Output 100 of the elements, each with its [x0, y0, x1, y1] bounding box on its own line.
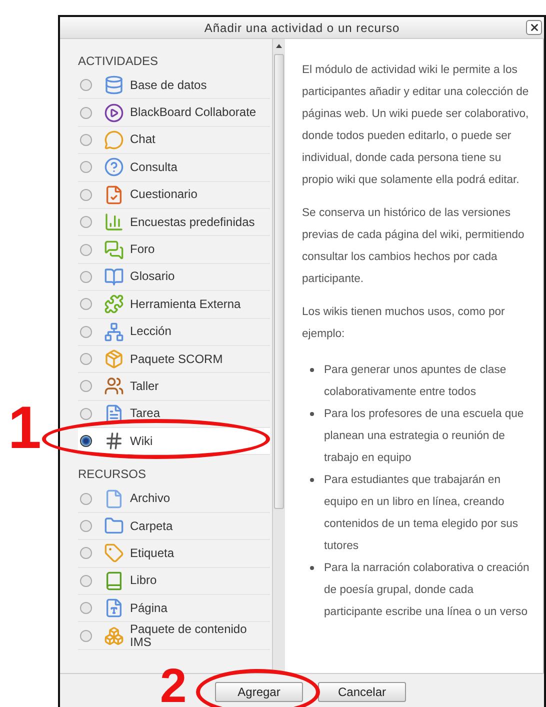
option-row[interactable]: Carpeta — [78, 512, 270, 540]
bullet-text: Para estudiantes que trabajarán en equipo en un libro en línea, creando contenidos de un tema elegido por sus tutores — [324, 473, 520, 554]
scrollbar[interactable] — [272, 39, 285, 673]
bullet-text: Para la narración colaborativa o creación de poesía grupal, donde cada participante escribe una línea o un verso — [324, 561, 530, 620]
annotation-number: 1 — [8, 398, 42, 458]
option-row[interactable]: Lección — [78, 318, 270, 346]
play-circle-icon — [104, 102, 124, 123]
option-row[interactable]: Libro — [78, 568, 270, 596]
option-label: Cuestionario — [130, 188, 198, 202]
radio-button[interactable] — [80, 106, 92, 119]
option-row[interactable]: Archivo — [78, 485, 270, 513]
section-heading: ACTIVIDADES — [78, 53, 160, 70]
radio-button[interactable] — [80, 630, 92, 642]
option-label: Tarea — [130, 407, 160, 420]
option-row[interactable]: Etiqueta — [78, 540, 270, 568]
option-label: Encuestas predefinidas — [130, 216, 255, 229]
bullet-icon — [310, 566, 314, 570]
option-label: Chat — [130, 133, 156, 146]
radio-button[interactable] — [80, 353, 92, 366]
section-heading: RECURSOS — [78, 466, 148, 484]
option-label: Archivo — [130, 492, 170, 506]
speech-bubble-icon — [104, 130, 124, 150]
close-icon — [528, 22, 540, 33]
description-paragraph: Se conserva un histórico de las versiones previas de cada página del wiki, permitiendo consultar los cambios hechos por cada participante. — [302, 206, 526, 287]
file-icon — [104, 488, 124, 509]
radio-button[interactable] — [80, 602, 92, 614]
option-row[interactable]: Página — [78, 595, 270, 622]
radio-button[interactable] — [80, 244, 92, 256]
option-row[interactable]: Chat — [78, 126, 270, 154]
option-row[interactable]: Wiki — [78, 428, 270, 456]
radio-button[interactable] — [80, 520, 92, 532]
option-row[interactable]: Paquete SCORM — [78, 346, 270, 374]
question-mark-icon — [104, 157, 124, 178]
radio-button[interactable] — [80, 161, 92, 174]
radio-button[interactable] — [80, 270, 92, 283]
option-row[interactable]: Herramienta Externa — [78, 291, 270, 319]
bar-chart-icon — [104, 212, 124, 232]
option-label: BlackBoard Collaborate — [130, 106, 256, 120]
radio-button[interactable] — [80, 326, 92, 338]
puzzle-piece-icon — [104, 294, 124, 314]
option-row[interactable]: Foro — [78, 236, 270, 264]
radio-button[interactable] — [80, 435, 92, 448]
option-row[interactable]: Taller — [78, 373, 270, 401]
boxes-icon — [104, 626, 124, 646]
database-icon — [104, 75, 124, 96]
description-paragraph: El módulo de actividad wiki le permite a los participantes añadir y editar una colección de páginas web. Un wiki puede ser colaborativo, donde todos pueden editarlo, o puede ser individual, donde cada persona tiene su propio wiki que solamente ella podrá editar. — [302, 63, 530, 188]
cancel-button[interactable]: Cancelar — [318, 682, 406, 702]
option-label: Página — [130, 602, 168, 615]
hash-grid-icon — [104, 431, 124, 452]
dialog-title: Añadir una actividad o un recurso — [204, 20, 400, 36]
option-label: Herramienta Externa — [130, 298, 241, 311]
description-paragraph: Los wikis tienen muchos usos, como por ejemplo: — [302, 305, 506, 342]
option-row[interactable]: Cuestionario — [78, 182, 270, 209]
close-button[interactable] — [526, 20, 542, 35]
option-label: Base de datos — [130, 78, 207, 92]
radio-button[interactable] — [80, 380, 92, 392]
radio-button[interactable] — [80, 408, 92, 420]
option-row[interactable]: Base de datos — [78, 72, 270, 100]
option-row[interactable]: Glosario — [78, 264, 270, 292]
package-icon — [104, 349, 124, 370]
option-label: Paquete de contenido IMS — [130, 622, 248, 649]
bullet-icon — [310, 412, 314, 416]
glossary-book-icon — [104, 266, 124, 287]
option-label: Wiki — [130, 434, 153, 448]
bullet-icon — [310, 478, 314, 482]
radio-button[interactable] — [80, 188, 92, 201]
option-row[interactable]: Paquete de contenido IMS — [78, 622, 270, 650]
option-row[interactable]: BlackBoard Collaborate — [78, 99, 270, 127]
option-label: Lección — [130, 325, 172, 338]
chat-bubbles-icon — [104, 240, 124, 260]
radio-button[interactable] — [80, 492, 92, 505]
radio-button[interactable] — [80, 134, 92, 146]
option-label: Glosario — [130, 270, 175, 284]
option-row[interactable]: Encuestas predefinidas — [78, 208, 270, 236]
option-label: Libro — [130, 574, 157, 588]
radio-button[interactable] — [80, 298, 92, 310]
scrollbar-thumb[interactable] — [274, 54, 284, 509]
annotation-number: 2 — [160, 666, 187, 707]
flowchart-icon — [104, 322, 124, 342]
add-button[interactable]: Agregar — [215, 682, 303, 702]
bullet-text: Para generar unos apuntes de clase colaborativamente entre todos — [324, 363, 508, 400]
radio-button[interactable] — [80, 547, 92, 560]
option-row[interactable]: Consulta — [78, 154, 270, 182]
book-icon — [104, 570, 124, 591]
option-label: Consulta — [130, 160, 178, 174]
radio-button[interactable] — [80, 79, 92, 92]
people-icon — [104, 376, 124, 396]
checked-document-icon — [104, 184, 124, 205]
option-label: Carpeta — [130, 520, 173, 533]
tag-icon — [104, 543, 124, 564]
bullet-icon — [310, 368, 314, 372]
radio-button[interactable] — [80, 574, 92, 587]
option-label: Etiqueta — [130, 546, 174, 560]
folder-icon — [104, 516, 124, 536]
option-label: Taller — [130, 380, 159, 393]
radio-button[interactable] — [80, 216, 92, 228]
bullet-text: Para los profesores de una escuela que planean una estrategia o reunión de trabajo en equipo — [324, 407, 525, 466]
option-label: Paquete SCORM — [130, 352, 223, 366]
option-label: Foro — [130, 243, 155, 256]
page-icon — [104, 598, 124, 618]
